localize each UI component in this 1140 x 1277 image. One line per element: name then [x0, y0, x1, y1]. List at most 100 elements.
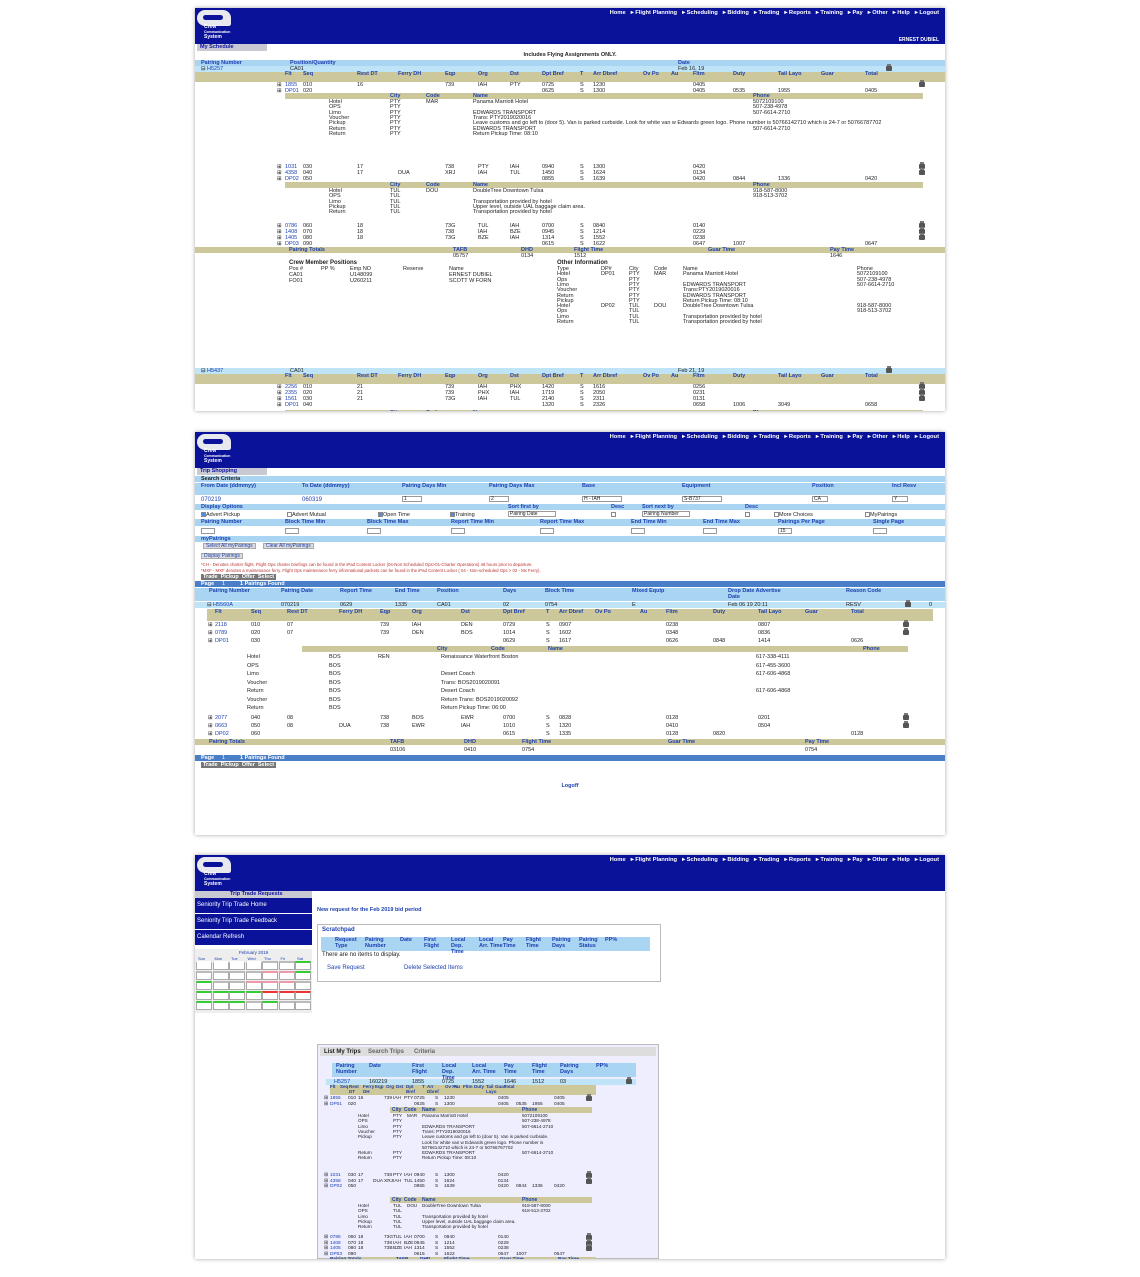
flight-link[interactable]: DP01 — [330, 1102, 342, 1108]
flight-link[interactable]: 2118 — [215, 622, 227, 628]
desc-checkbox[interactable] — [745, 512, 750, 517]
printer-icon[interactable] — [586, 1244, 592, 1252]
calendar-cell[interactable] — [212, 981, 229, 990]
calendar-cell[interactable] — [278, 961, 295, 970]
expand-toggle[interactable]: ⊞ — [208, 622, 213, 628]
nav-reports[interactable]: ▸ Reports — [784, 857, 810, 863]
nav-trading[interactable]: ▸ Trading — [754, 10, 779, 16]
nav-logout[interactable]: ▸ Logout — [915, 434, 939, 440]
calendar-cell[interactable] — [262, 971, 278, 980]
pairing-number-link[interactable]: H5560A — [213, 602, 233, 608]
calendar-cell[interactable] — [229, 961, 245, 970]
nav-help[interactable]: ▸ Help — [893, 434, 910, 440]
nav-training[interactable]: ▸ Training — [816, 857, 843, 863]
nav-bidding[interactable]: ▸ Bidding — [723, 10, 749, 16]
calendar-cell[interactable] — [212, 1001, 229, 1010]
calendar-cell[interactable] — [196, 1001, 212, 1010]
tab-criteria[interactable]: Criteria — [414, 1049, 435, 1055]
criteria-input[interactable] — [201, 528, 215, 534]
nav-home[interactable]: Home — [610, 434, 626, 440]
nav-home[interactable]: Home — [610, 10, 626, 16]
tab-list-my-trips[interactable]: List My Trips — [324, 1049, 361, 1055]
calendar-cell[interactable] — [262, 961, 278, 970]
expand-toggle[interactable]: ⊞ — [208, 630, 213, 636]
criteria-input[interactable] — [631, 528, 645, 534]
desc-checkbox[interactable] — [611, 512, 616, 517]
side-link-home[interactable]: Seniority Trip Trade Home — [195, 898, 312, 914]
expand-toggle[interactable]: ⊞ — [324, 1184, 328, 1190]
nav-bidding[interactable]: ▸ Bidding — [723, 857, 749, 863]
criteria-select[interactable]: 2 — [489, 496, 509, 502]
nav-flight-planning[interactable]: ▸ Flight Planning — [631, 857, 677, 863]
select-all-button[interactable]: Select All myPairings — [203, 543, 256, 549]
calendar-cell[interactable] — [229, 971, 245, 980]
side-link-feedback[interactable]: Seniority Trip Trade Feedback — [195, 914, 312, 930]
date-field[interactable]: 070219 — [201, 497, 221, 503]
printer-icon[interactable] — [919, 233, 925, 240]
printer-icon[interactable] — [586, 1176, 592, 1184]
printer-icon[interactable] — [626, 1077, 632, 1084]
nav-home[interactable]: Home — [610, 857, 626, 863]
nav-other[interactable]: ▸ Other — [868, 10, 888, 16]
calendar-cell[interactable] — [229, 981, 245, 990]
printer-icon[interactable] — [886, 366, 892, 373]
expand-toggle[interactable]: ⊞ — [277, 176, 282, 182]
criteria-input[interactable] — [367, 528, 381, 534]
nav-pay[interactable]: ▸ Pay — [848, 434, 863, 440]
calendar-cell[interactable] — [262, 1001, 278, 1010]
nav-reports[interactable]: ▸ Reports — [784, 10, 810, 16]
option-checkbox[interactable]: Advert Pickup — [201, 512, 240, 518]
printer-icon[interactable] — [919, 80, 925, 87]
printer-icon[interactable] — [905, 600, 911, 607]
expand-toggle[interactable]: ⊞ — [208, 723, 213, 729]
expand-toggle[interactable]: ⊟ — [207, 602, 212, 608]
printer-icon[interactable] — [903, 620, 909, 627]
action-trade[interactable]: Trade — [203, 574, 218, 580]
calendar-cell[interactable] — [196, 991, 212, 1000]
calendar-cell[interactable] — [278, 981, 295, 990]
action-select[interactable]: Select — [258, 574, 274, 580]
option-checkbox[interactable]: Training — [450, 512, 475, 518]
calendar-cell[interactable] — [196, 971, 212, 980]
save-request-link[interactable]: Save Request — [327, 965, 365, 971]
option-checkbox[interactable]: Open Time — [378, 512, 410, 518]
tab-search-trips[interactable]: Search Trips — [368, 1049, 404, 1055]
option-checkbox[interactable]: MyPairings — [865, 512, 897, 518]
side-link-calendar-refresh[interactable]: Calendar Refresh — [195, 930, 312, 946]
date-field[interactable]: 060319 — [302, 497, 322, 503]
expand-toggle[interactable]: ⊞ — [208, 715, 213, 721]
display-pairings-button[interactable]: Display Pairings — [201, 553, 243, 559]
calendar-cell[interactable] — [245, 971, 262, 980]
nav-scheduling[interactable]: ▸ Scheduling — [682, 434, 718, 440]
action-select[interactable]: Select — [258, 762, 274, 768]
logoff-link[interactable]: Logoff — [195, 783, 945, 789]
flight-link[interactable]: 0663 — [215, 723, 227, 729]
criteria-select[interactable]: 1 — [402, 496, 422, 502]
calendar-cell[interactable] — [278, 971, 295, 980]
calendar-cell[interactable] — [229, 1001, 245, 1010]
nav-pay[interactable]: ▸ Pay — [848, 10, 863, 16]
calendar-cell[interactable] — [245, 991, 262, 1000]
per-page-input[interactable]: 15 — [778, 528, 792, 534]
page-number[interactable]: 1 — [222, 755, 225, 761]
calendar-cell[interactable] — [196, 961, 212, 970]
criteria-input[interactable] — [540, 528, 554, 534]
nav-scheduling[interactable]: ▸ Scheduling — [682, 857, 718, 863]
nav-help[interactable]: ▸ Help — [893, 857, 910, 863]
calendar-cell[interactable] — [245, 1001, 262, 1010]
calendar-cell[interactable] — [278, 1001, 295, 1010]
calendar-cell[interactable] — [295, 991, 311, 1000]
expand-toggle[interactable]: ⊞ — [277, 88, 282, 94]
nav-scheduling[interactable]: ▸ Scheduling — [682, 10, 718, 16]
flight-link[interactable]: DP01 — [215, 638, 229, 644]
printer-icon[interactable] — [586, 1094, 592, 1101]
calendar-cell[interactable] — [212, 991, 229, 1000]
criteria-input[interactable] — [703, 528, 717, 534]
calendar-cell[interactable] — [295, 971, 311, 980]
page-number[interactable]: 1 — [222, 581, 225, 587]
flight-link[interactable]: DP02 — [215, 731, 229, 737]
clear-all-button[interactable]: Clear All myPairings — [263, 543, 314, 549]
calendar-cell[interactable] — [229, 991, 245, 1000]
printer-icon[interactable] — [919, 168, 925, 175]
nav-trading[interactable]: ▸ Trading — [754, 857, 779, 863]
